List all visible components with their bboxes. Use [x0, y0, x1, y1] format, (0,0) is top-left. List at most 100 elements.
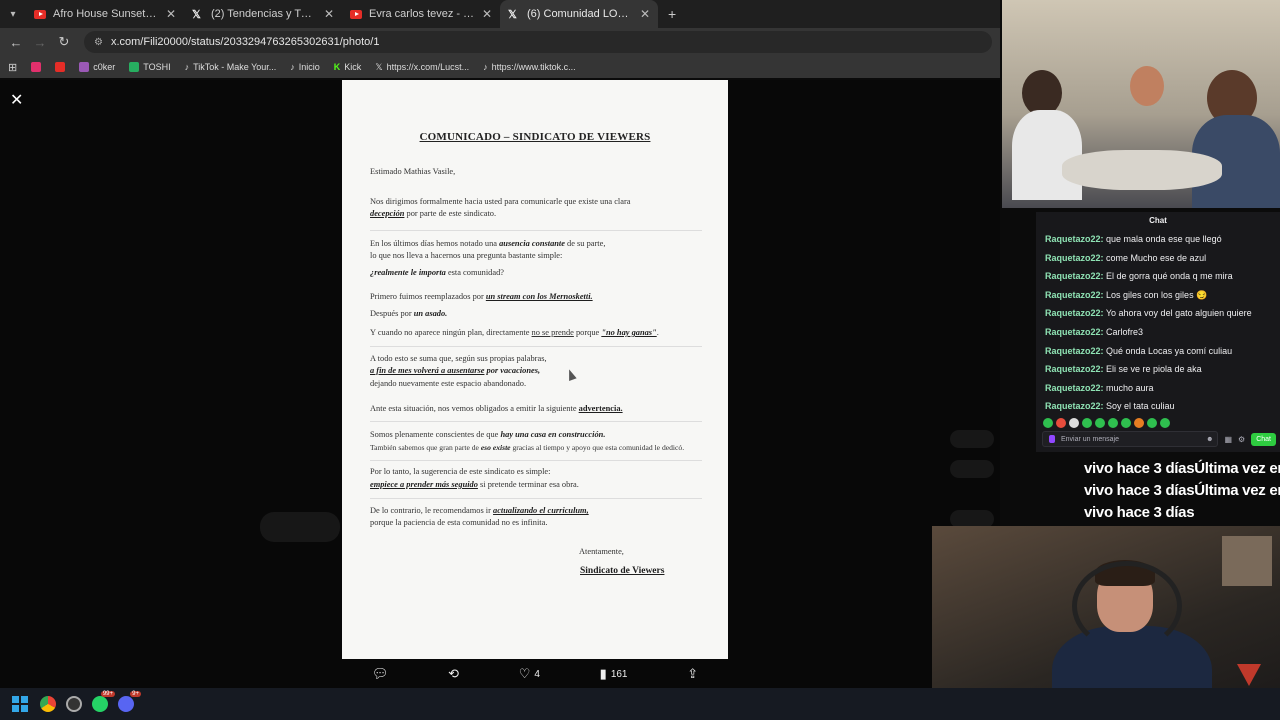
calendar-icon[interactable]: ▦ [1224, 435, 1232, 444]
tab-close-icon[interactable]: ✕ [166, 7, 176, 21]
emote-icon[interactable] [1121, 417, 1131, 428]
new-tab-plus-icon[interactable]: + [658, 6, 686, 22]
bookmark-kick[interactable]: K Kick [334, 62, 362, 72]
emote-icon[interactable] [1108, 417, 1118, 428]
chat-message: Raquetazo22: Eli se ve re piola de aka [1045, 364, 1202, 375]
tab-close-icon[interactable]: ✕ [324, 7, 334, 21]
bookmark-icon [129, 62, 140, 72]
bookmark-label: TOSHI [143, 62, 171, 72]
url-text: x.com/Fili20000/status/20332947632653026… [110, 36, 380, 48]
tiktok-icon: ♪ [483, 62, 488, 72]
tab-1[interactable]: Afro House Sunset Mix | Punta ✕ [26, 0, 184, 28]
whatsapp-icon[interactable]: 99+ [92, 691, 115, 712]
document-text: A todo esto se suma que, según sus propi… [370, 354, 547, 363]
emote-icon[interactable] [1056, 417, 1066, 428]
emote-icon[interactable] [1043, 417, 1053, 428]
emote-icon[interactable] [1095, 417, 1105, 428]
kick-icon: K [333, 62, 341, 72]
notification-badge: 99+ [100, 691, 115, 697]
x-logo-icon: 𝕏 [508, 8, 517, 21]
tab-3[interactable]: Evra carlos tevez - YouTube ✕ [342, 0, 500, 28]
background-follow-button [950, 430, 994, 448]
bookmark-inicio[interactable]: ♪ Inicio [290, 62, 320, 72]
post-action-bar: 💬︎ ⟲ ♡ 4 ▮ 161 ⇪ [342, 663, 728, 685]
tiktok-icon: ♪ [184, 62, 190, 72]
photo-viewer: ✕ COMUNICADO – SINDICATO DE VIEWERS Esti… [0, 80, 1000, 688]
document-divider [370, 230, 702, 231]
instagram-icon [31, 62, 42, 72]
emote-icon[interactable] [1147, 417, 1157, 428]
tab-4-active[interactable]: 𝕏 (6) Comunidad LOS TOP GLOBA ✕ [500, 0, 658, 28]
bookmark-tiktok-2[interactable]: ♪ https://www.tiktok.c... [483, 62, 576, 72]
share-button[interactable]: ⇪ [687, 666, 698, 682]
close-icon[interactable]: ✕ [10, 90, 23, 110]
tab-1-title: Afro House Sunset Mix | Punta [53, 8, 159, 20]
emote-icon[interactable] [1082, 417, 1092, 428]
bookmark-x[interactable]: 𝕏https://x.com/Lucst... [375, 62, 469, 73]
tab-search-chevron-icon[interactable]: ▾ [0, 0, 26, 28]
document-text: Ante esta situación, nos vemos obligados… [370, 404, 623, 413]
chat-message: Raquetazo22: Soy el tata culiau [1045, 401, 1175, 412]
youtube-icon [350, 9, 362, 19]
tab-close-icon[interactable]: ✕ [482, 7, 492, 21]
emote-icon[interactable] [1069, 417, 1079, 428]
document-closing: Atentamente, [579, 547, 624, 556]
document-text: decepción por parte de este sindicato. [370, 209, 497, 218]
headset [1072, 561, 1182, 651]
chat-message: Raquetazo22: mucho aura [1045, 382, 1154, 393]
chrome-icon[interactable] [40, 696, 56, 712]
bookmark-c0ker[interactable]: c0ker [79, 62, 115, 72]
background-post-button [260, 512, 340, 542]
document-text: lo que nos lleva a hacernos una pregunta… [370, 251, 563, 260]
like-button[interactable]: ♡ 4 [519, 666, 540, 682]
tab-close-icon[interactable]: ✕ [640, 7, 650, 21]
bookmark-icon [79, 62, 90, 72]
discord-icon[interactable]: 9+ [118, 691, 141, 712]
chat-message: Raquetazo22: Qué onda Locas ya comí culi… [1045, 345, 1233, 356]
back-arrow-icon[interactable]: ← [4, 35, 28, 50]
chat-message: Raquetazo22: que mala onda ese que llegó [1045, 234, 1222, 244]
tab-2[interactable]: 𝕏 (2) Tendencias y Tuits Borrados ✕ [184, 0, 342, 28]
reload-icon[interactable]: ↻ [52, 34, 76, 50]
document-title: COMUNICADO – SINDICATO DE VIEWERS [419, 131, 651, 143]
chat-message-input[interactable]: Enviar un mensaje ☻ [1042, 431, 1219, 447]
webcam-room-feed [1002, 0, 1280, 208]
reply-button[interactable]: 💬︎ [372, 666, 389, 682]
forward-arrow-icon[interactable]: → [28, 35, 52, 50]
document-signature: Sindicato de Viewers [580, 566, 665, 576]
emote-icon[interactable] [1134, 417, 1144, 428]
screen: ▾ Afro House Sunset Mix | Punta ✕ 𝕏 (2) … [0, 0, 1280, 720]
chat-send-button[interactable]: Chat [1251, 432, 1276, 446]
bookmark-tiktok[interactable]: ♪ TikTok - Make Your... [185, 62, 277, 72]
reply-bubble-icon: 💬︎ [371, 666, 389, 681]
windows-taskbar: 99+ 9+ [0, 688, 1280, 720]
stream-overlay-text: vivo hace 3 días [1084, 504, 1195, 521]
bookmark-instagram[interactable] [31, 62, 42, 72]
document-text: Primero fuimos reemplazados por un strea… [370, 292, 593, 301]
repost-button[interactable]: ⟲ [448, 666, 459, 682]
notification-badge: 9+ [130, 691, 141, 697]
emoji-icon[interactable]: ☻ [1206, 436, 1213, 443]
document-text: empiece a prender más seguido si pretend… [370, 480, 579, 489]
stream-chat: Chat Raquetazo22: que mala onda ese que … [1036, 212, 1280, 452]
document-text: Y cuando no aparece ningún plan, directa… [370, 328, 659, 337]
chat-input-row: Enviar un mensaje ☻ ▦ ⚙ Chat [1042, 431, 1276, 447]
apps-grid-icon[interactable]: ⊞ [8, 61, 17, 74]
document-divider [370, 421, 702, 422]
post-image-document[interactable]: COMUNICADO – SINDICATO DE VIEWERS Estima… [342, 80, 728, 659]
bookmark-youtube[interactable] [55, 62, 66, 72]
obs-icon[interactable] [66, 696, 82, 712]
x-logo-icon: 𝕏 [192, 8, 201, 21]
stream-overlay-text: vivo hace 3 díasÚltima vez en [1084, 482, 1280, 499]
url-bar[interactable]: ⚙ x.com/Fili20000/status/203329476326530… [84, 31, 992, 53]
bookmark-label: TikTok - Make Your... [193, 62, 277, 72]
site-info-icon[interactable]: ⚙ [94, 37, 103, 48]
settings-gear-icon[interactable]: ⚙ [1238, 435, 1245, 444]
emote-icon[interactable] [1160, 417, 1170, 428]
bookmark-label: https://x.com/Lucst... [386, 62, 470, 72]
windows-start-icon[interactable] [10, 694, 30, 714]
views-button[interactable]: ▮ 161 [600, 666, 628, 682]
bookmark-toshi[interactable]: TOSHI [129, 62, 171, 72]
bookmark-label: https://www.tiktok.c... [491, 62, 576, 72]
chat-message: Raquetazo22: Yo ahora voy del gato algui… [1045, 308, 1252, 319]
